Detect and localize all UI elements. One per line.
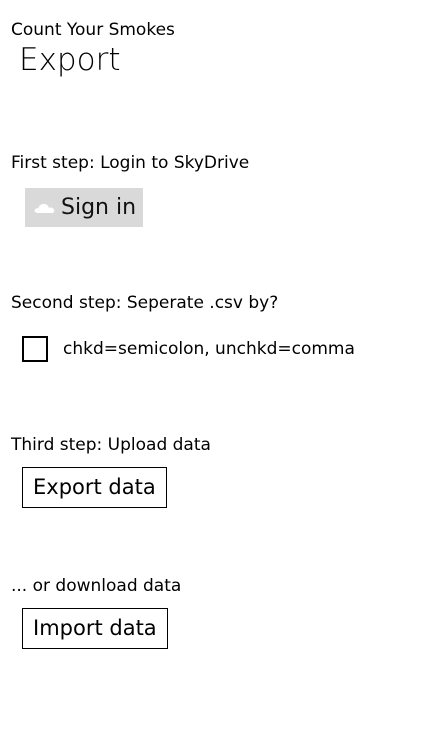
step-one-label: First step: Login to SkyDrive (11, 153, 250, 173)
step-two-label: Second step: Seperate .csv by? (11, 293, 279, 313)
import-data-button[interactable]: Import data (22, 608, 168, 649)
sign-in-label: Sign in (61, 194, 137, 220)
app-title: Count Your Smokes (11, 20, 175, 40)
step-three-label: Third step: Upload data (11, 435, 211, 455)
cloud-icon (34, 202, 56, 214)
checkbox-label: chkd=semicolon, unchkd=comma (63, 339, 355, 359)
checkbox-box[interactable] (22, 336, 48, 362)
export-data-button[interactable]: Export data (22, 467, 167, 508)
sign-in-button[interactable]: Sign in (25, 188, 143, 227)
separator-checkbox[interactable]: chkd=semicolon, unchkd=comma (22, 334, 355, 364)
page-title: Export (19, 42, 121, 78)
download-label: ... or download data (11, 576, 182, 596)
